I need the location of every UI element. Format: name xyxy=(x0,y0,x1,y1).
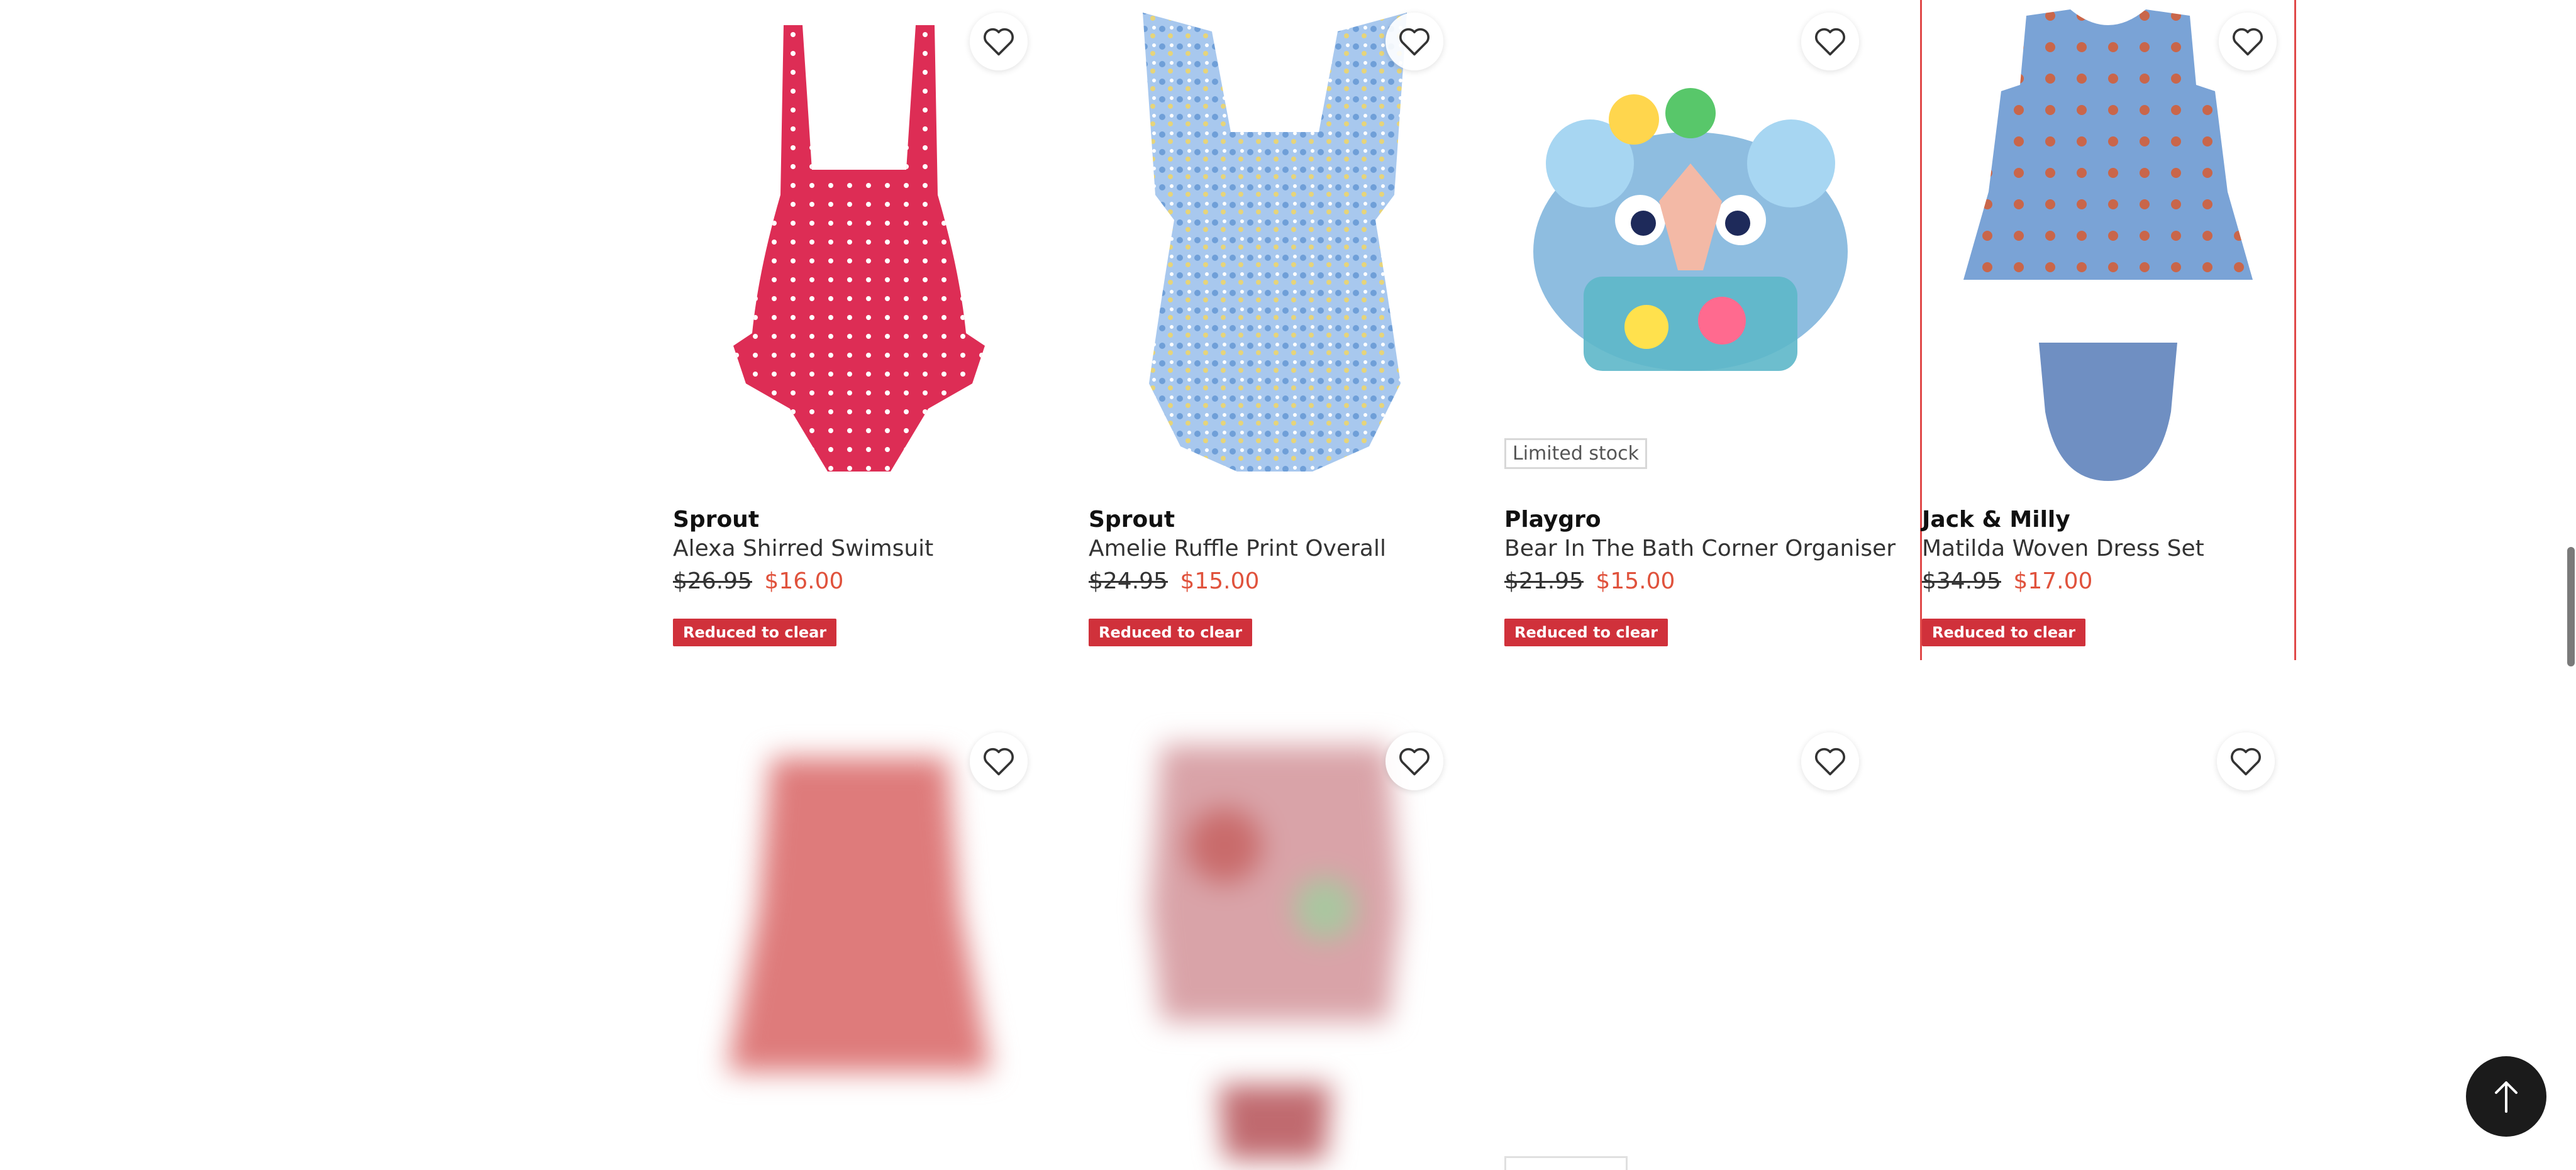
product-name[interactable]: Amelie Ruffle Print Overall xyxy=(1089,536,1386,561)
page-scrollbar[interactable] xyxy=(2566,0,2576,1168)
was-price: $21.95 xyxy=(1504,568,1584,594)
wishlist-button[interactable] xyxy=(1801,13,1859,70)
wishlist-button[interactable] xyxy=(2217,732,2275,790)
heart-outline-icon xyxy=(1815,28,1845,56)
product-image[interactable] xyxy=(1922,0,2294,490)
product-card[interactable]: Jack & Milly Matilda Woven Dress Set $34… xyxy=(1920,0,2296,660)
product-image[interactable] xyxy=(1089,0,1461,490)
product-card[interactable]: Sprout Amelie Ruffle Print Overall $24.9… xyxy=(1089,0,1461,660)
heart-outline-icon xyxy=(1399,748,1430,776)
sale-price: $17.00 xyxy=(2013,568,2093,594)
product-card[interactable]: Sprout Alexa Shirred Swimsuit $26.95 $16… xyxy=(673,0,1045,660)
stock-badge: Limited stock xyxy=(1504,438,1648,469)
wishlist-button[interactable] xyxy=(970,13,1028,70)
was-price: $34.95 xyxy=(1922,568,2001,594)
promo-badge: Reduced to clear xyxy=(1504,619,1668,646)
heart-outline-icon xyxy=(2231,748,2261,776)
product-brand: Sprout xyxy=(673,507,760,533)
heart-outline-icon xyxy=(984,748,1014,776)
product-brand: Playgro xyxy=(1504,507,1601,533)
product-name[interactable]: Matilda Woven Dress Set xyxy=(1922,536,2204,561)
wishlist-button[interactable] xyxy=(2219,13,2277,70)
promo-badge: Reduced to clear xyxy=(1922,619,2086,646)
sale-price: $15.00 xyxy=(1596,568,1675,594)
product-brand: Sprout xyxy=(1089,507,1175,533)
promo-badge: Reduced to clear xyxy=(673,619,837,646)
wishlist-button[interactable] xyxy=(1385,732,1443,790)
was-price: $26.95 xyxy=(673,568,752,594)
back-to-top-button[interactable] xyxy=(2466,1056,2546,1137)
product-card[interactable] xyxy=(1920,720,2292,1168)
product-card[interactable] xyxy=(1504,720,1877,1170)
heart-outline-icon xyxy=(2233,28,2263,56)
scrollbar-thumb[interactable] xyxy=(2567,547,2575,666)
wishlist-button[interactable] xyxy=(970,732,1028,790)
product-image[interactable] xyxy=(673,0,1045,490)
promo-badge: Reduced to clear xyxy=(1089,619,1253,646)
product-image[interactable] xyxy=(1504,0,1877,490)
wishlist-button[interactable] xyxy=(1385,13,1443,70)
product-card[interactable]: Limited stock Playgro Bear In The Bath C… xyxy=(1504,0,1896,660)
heart-outline-icon xyxy=(1815,748,1845,776)
heart-outline-icon xyxy=(1399,28,1430,56)
product-price: $26.95 $16.00 xyxy=(673,568,843,594)
wishlist-button[interactable] xyxy=(1801,732,1859,790)
product-price: $34.95 $17.00 xyxy=(1922,568,2092,594)
heart-outline-icon xyxy=(984,28,1014,56)
sale-price: $15.00 xyxy=(1180,568,1260,594)
product-card[interactable] xyxy=(673,720,1045,1168)
product-name[interactable]: Bear In The Bath Corner Organiser xyxy=(1504,536,1896,561)
arrow-up-icon xyxy=(2495,1081,2518,1113)
was-price: $24.95 xyxy=(1089,568,1168,594)
product-brand: Jack & Milly xyxy=(1922,507,2070,533)
product-price: $21.95 $15.00 xyxy=(1504,568,1675,594)
product-card[interactable] xyxy=(1089,720,1461,1168)
product-price: $24.95 $15.00 xyxy=(1089,568,1259,594)
sale-price: $16.00 xyxy=(764,568,844,594)
product-name[interactable]: Alexa Shirred Swimsuit xyxy=(673,536,933,561)
